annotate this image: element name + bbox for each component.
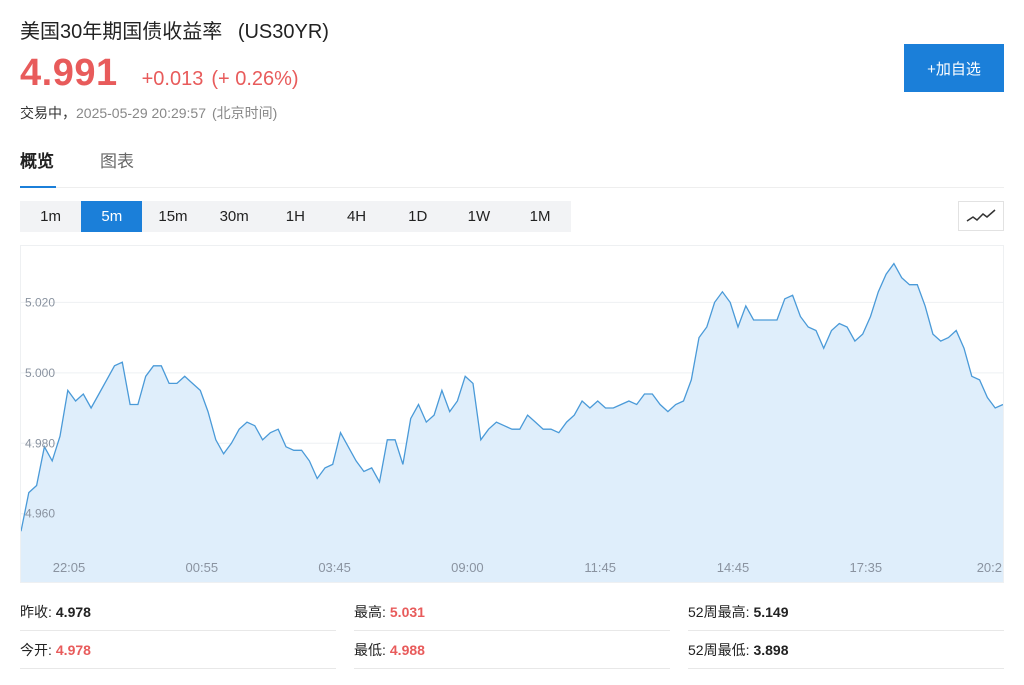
interval-selector: 1m 5m 15m 30m 1H 4H 1D 1W 1M (20, 201, 571, 232)
view-tabs: 概览 图表 (20, 148, 1004, 188)
timestamp: 2025-05-29 20:29:57 (76, 105, 206, 121)
instrument-code: (US30YR) (237, 21, 329, 43)
interval-4h[interactable]: 4H (326, 201, 387, 232)
series-area (21, 263, 1003, 582)
interval-5m[interactable]: 5m (81, 201, 143, 232)
change-percent: (+ 0.26%) (211, 68, 299, 90)
interval-1m[interactable]: 1m (20, 201, 81, 232)
instrument-name: 美国30年期国债收益率 (20, 21, 223, 43)
status-text: 交易中， (20, 105, 76, 121)
interval-1mo[interactable]: 1M (510, 201, 571, 232)
interval-15m[interactable]: 15m (142, 201, 203, 232)
interval-1w[interactable]: 1W (448, 201, 509, 232)
interval-1h[interactable]: 1H (265, 201, 326, 232)
price-row: 4.991 +0.013 (+ 0.26%) (20, 52, 299, 95)
x-tick-label-2: 03:45 (318, 560, 351, 575)
x-tick-label-4: 11:45 (584, 560, 616, 575)
x-tick-label-6: 17:35 (850, 560, 883, 575)
chart-type-button[interactable] (958, 201, 1004, 231)
trading-status: 交易中，2025-05-29 20:29:57 (北京时间) (20, 103, 277, 123)
stat-low: 最低: 4.988 (354, 631, 670, 669)
stat-prev-close: 昨收: 4.978 (20, 593, 336, 631)
add-to-watchlist-button[interactable]: +加自选 (904, 44, 1004, 92)
y-tick-label-0: 4.960 (25, 507, 55, 521)
timezone-label: (北京时间) (212, 105, 278, 121)
instrument-title: 美国30年期国债收益率 (US30YR) (20, 15, 329, 44)
stat-52w-low: 52周最低: 3.898 (688, 631, 1004, 669)
x-tick-label-0: 22:05 (53, 560, 86, 575)
tab-chart[interactable]: 图表 (100, 148, 134, 188)
tab-overview[interactable]: 概览 (20, 148, 56, 188)
x-tick-label-1: 00:55 (186, 560, 219, 575)
price-chart[interactable]: 4.960 4.980 5.000 5.020 22:05 00:55 03:45 09:0… (20, 245, 1004, 583)
chart-svg: 4.960 4.980 5.000 5.020 22:05 00:55 03:45 09:0… (21, 262, 1003, 582)
stat-52w-high: 52周最高: 5.149 (688, 593, 1004, 631)
stats-row-2: 今开: 4.978 最低: 4.988 52周最低: 3.898 (20, 631, 1004, 669)
stats-row-1: 昨收: 4.978 最高: 5.031 52周最高: 5.149 (20, 593, 1004, 631)
change-value: +0.013 (141, 68, 204, 90)
stat-open: 今开: 4.978 (20, 631, 336, 669)
y-tick-label-3: 5.020 (25, 295, 55, 309)
y-tick-label-2: 5.000 (25, 366, 55, 380)
x-tick-label-5: 14:45 (717, 560, 750, 575)
line-chart-icon (966, 209, 996, 222)
interval-1d[interactable]: 1D (387, 201, 448, 232)
stat-high: 最高: 5.031 (354, 593, 670, 631)
interval-30m[interactable]: 30m (204, 201, 265, 232)
x-tick-label-7: 20:2 (977, 560, 1002, 575)
price-change: +0.013 (+ 0.26%) (142, 68, 299, 91)
y-tick-label-1: 4.980 (25, 436, 55, 450)
x-tick-label-3: 09:00 (451, 560, 484, 575)
current-price: 4.991 (20, 52, 118, 94)
